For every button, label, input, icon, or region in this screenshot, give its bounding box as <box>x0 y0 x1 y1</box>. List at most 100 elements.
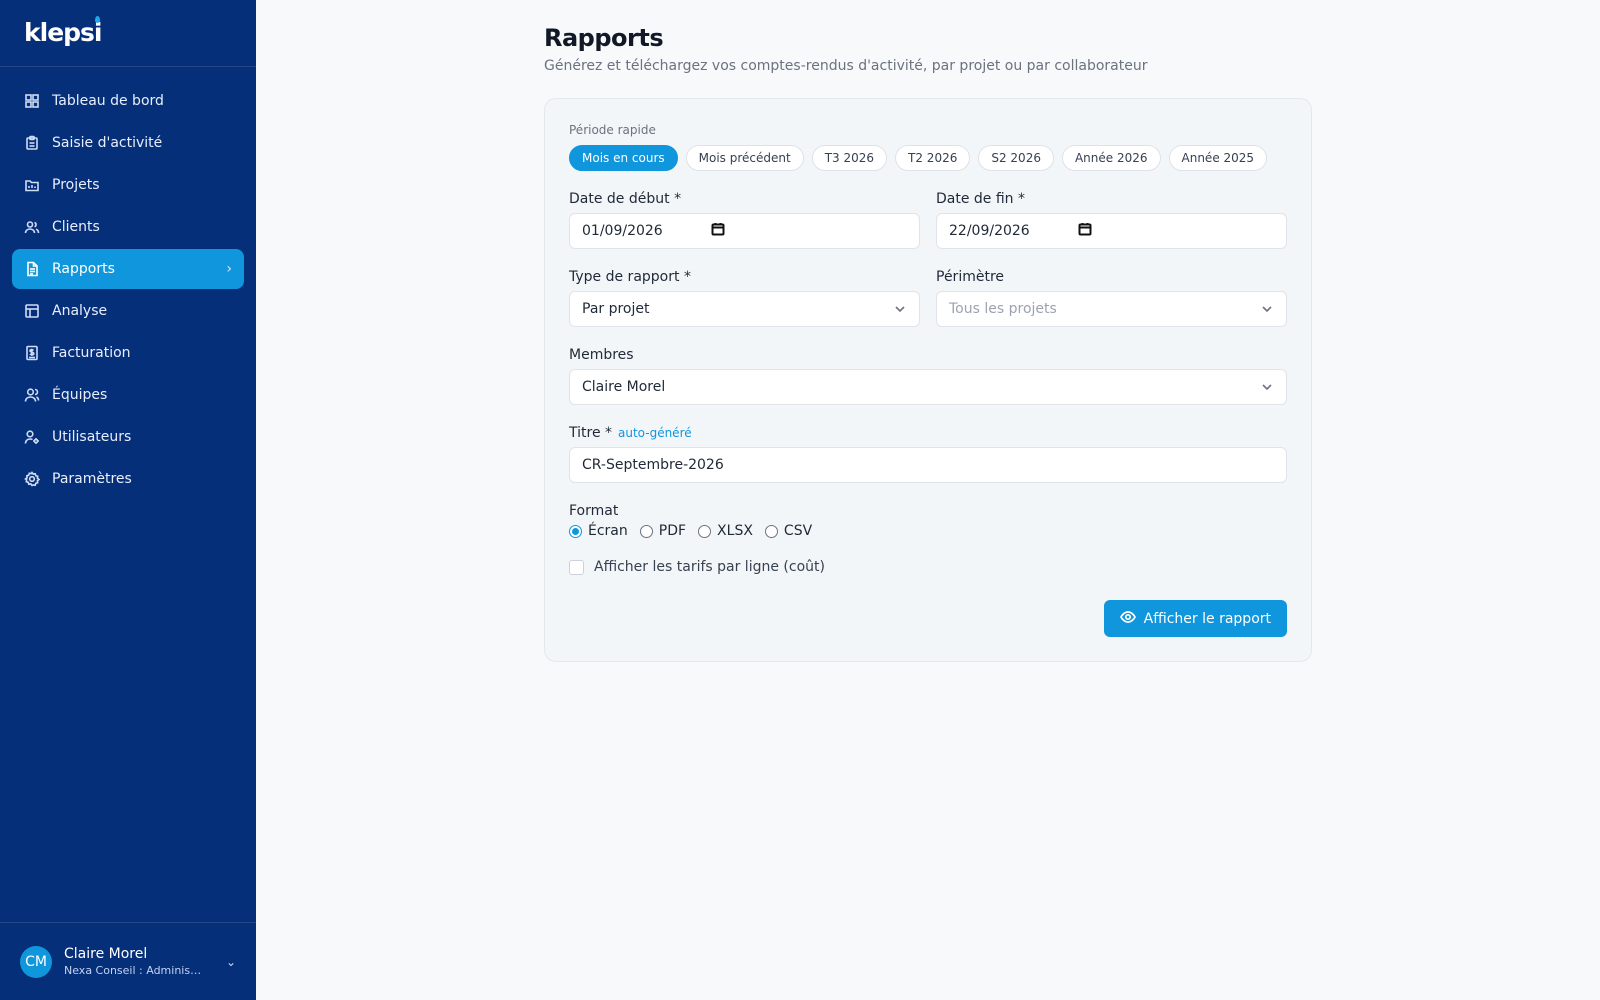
format-option-label: CSV <box>783 523 813 539</box>
auto-generated-tag: auto-généré <box>618 426 692 440</box>
team-icon <box>24 387 40 403</box>
show-report-button-label: Afficher le rapport <box>1143 610 1271 627</box>
invoice-icon <box>24 345 40 361</box>
scope-select[interactable]: Tous les projets <box>936 291 1287 327</box>
required-mark: * <box>605 425 613 441</box>
format-label: Format <box>569 503 619 519</box>
radio-dot <box>569 524 582 538</box>
scope-label: Périmètre <box>936 269 1005 285</box>
user-menu[interactable]: CM Claire Morel Nexa Conseil : Administr… <box>0 922 256 1000</box>
chip-t2-2026[interactable]: T2 2026 <box>895 145 971 171</box>
end-date-label-text: Date de fin <box>936 191 1014 207</box>
chevron-down-icon[interactable]: ⌄ <box>226 955 236 969</box>
title-value: CR-Septembre-2026 <box>582 457 724 473</box>
main-content: Rapports Générez et téléchargez vos comp… <box>256 0 1600 1000</box>
radio-dot <box>698 524 712 538</box>
sidebar-item-label: Projets <box>52 177 100 193</box>
title-row: Titre * auto-généré CR-Septembre-2026 <box>569 425 1287 483</box>
format-radio-pdf[interactable]: PDF <box>639 523 687 539</box>
sidebar-item-equipes[interactable]: Équipes <box>12 375 244 415</box>
sidebar-item-parametres[interactable]: Paramètres <box>12 459 244 499</box>
report-type-label-text: Type de rapport <box>569 269 680 285</box>
chip-annee-2025[interactable]: Année 2025 <box>1168 145 1268 171</box>
brand-logo-text: klepsi <box>24 18 102 47</box>
start-date-input[interactable]: 01/09/2026 <box>569 213 920 249</box>
calendar-icon[interactable] <box>711 222 725 240</box>
format-radio-xlsx[interactable]: XLSX <box>698 523 753 539</box>
end-date-input[interactable]: 22/09/2026 <box>936 213 1287 249</box>
sidebar-item-label: Analyse <box>52 303 108 319</box>
format-option-label: Écran <box>588 523 628 539</box>
title-label-text: Titre <box>569 425 601 441</box>
chip-mois-en-cours[interactable]: Mois en cours <box>569 145 678 171</box>
start-date-value: 01/09/2026 <box>582 223 663 239</box>
user-info: Claire Morel Nexa Conseil : Administr… <box>64 946 204 977</box>
sidebar-item-saisie-activite[interactable]: Saisie d'activité <box>12 123 244 163</box>
chip-annee-2026[interactable]: Année 2026 <box>1061 145 1161 171</box>
sidebar-item-label: Clients <box>52 219 100 235</box>
chevron-down-icon <box>1260 380 1274 394</box>
report-icon <box>24 261 40 277</box>
date-row: Date de début * 01/09/2026 Date de fin *… <box>569 191 1287 249</box>
logo-dot-icon <box>94 16 100 23</box>
show-report-button[interactable]: Afficher le rapport <box>1103 600 1287 637</box>
radio-dot <box>764 524 778 538</box>
format-option-label: PDF <box>658 523 687 539</box>
report-type-group: Type de rapport * Par projet <box>569 269 920 327</box>
clipboard-icon <box>24 135 40 151</box>
title-group: Titre * auto-généré CR-Septembre-2026 <box>569 425 1287 483</box>
sidebar-item-label: Saisie d'activité <box>52 135 163 151</box>
members-value: Claire Morel <box>582 379 666 395</box>
end-date-group: Date de fin * 22/09/2026 <box>936 191 1287 249</box>
sidebar-item-clients[interactable]: Clients <box>12 207 244 247</box>
show-rates-checkbox[interactable]: Afficher les tarifs par ligne (coût) <box>569 559 1287 575</box>
radio-dot <box>639 524 653 538</box>
report-type-value: Par projet <box>582 301 650 317</box>
title-label: Titre * auto-généré <box>569 425 1287 441</box>
members-row: Membres Claire Morel <box>569 347 1287 405</box>
format-radio-ecran[interactable]: Écran <box>569 523 628 539</box>
title-input[interactable]: CR-Septembre-2026 <box>569 447 1287 483</box>
eye-icon <box>1119 609 1136 629</box>
sidebar-item-utilisateurs[interactable]: Utilisateurs <box>12 417 244 457</box>
sidebar-item-facturation[interactable]: Facturation <box>12 333 244 373</box>
type-scope-row: Type de rapport * Par projet Périmètre T… <box>569 269 1287 327</box>
chevron-down-icon <box>893 302 907 316</box>
report-type-select[interactable]: Par projet <box>569 291 920 327</box>
required-mark: * <box>683 269 691 285</box>
format-radio-csv[interactable]: CSV <box>764 523 813 539</box>
chevron-down-icon <box>1260 302 1274 316</box>
show-rates-label: Afficher les tarifs par ligne (coût) <box>594 559 825 575</box>
sidebar-item-projets[interactable]: Projets <box>12 165 244 205</box>
end-date-value: 22/09/2026 <box>949 223 1030 239</box>
page-subtitle: Générez et téléchargez vos comptes-rendu… <box>544 58 1148 74</box>
required-mark: * <box>1018 191 1026 207</box>
chevron-right-icon: › <box>226 261 232 277</box>
logo-area: klepsi <box>0 0 256 67</box>
sidebar-item-label: Paramètres <box>52 471 132 487</box>
members-select[interactable]: Claire Morel <box>569 369 1287 405</box>
chip-mois-precedent[interactable]: Mois précédent <box>685 145 804 171</box>
sidebar: klepsi Tableau de bord Saisie d'activité… <box>0 0 256 1000</box>
report-form-card: Période rapide Mois en cours Mois précéd… <box>544 98 1312 662</box>
chip-s2-2026[interactable]: S2 2026 <box>978 145 1054 171</box>
chip-t3-2026[interactable]: T3 2026 <box>811 145 888 171</box>
format-options: Écran PDF XLSX CSV <box>569 523 1287 539</box>
calendar-icon[interactable] <box>1078 222 1092 240</box>
report-type-label: Type de rapport * <box>569 269 920 285</box>
members-group: Membres Claire Morel <box>569 347 1287 405</box>
sidebar-item-analyse[interactable]: Analyse <box>12 291 244 331</box>
page-title: Rapports <box>544 24 664 52</box>
sidebar-item-rapports[interactable]: Rapports › <box>12 249 244 289</box>
required-mark: * <box>674 191 682 207</box>
sidebar-item-tableau-de-bord[interactable]: Tableau de bord <box>12 81 244 121</box>
format-option-label: XLSX <box>717 523 753 539</box>
folder-icon <box>24 177 40 193</box>
scope-group: Périmètre Tous les projets <box>936 269 1287 327</box>
sidebar-nav: Tableau de bord Saisie d'activité Projet… <box>0 67 256 501</box>
checkbox-box[interactable] <box>569 559 584 575</box>
table-icon <box>24 303 40 319</box>
scope-placeholder: Tous les projets <box>949 301 1057 317</box>
end-date-label: Date de fin * <box>936 191 1287 207</box>
brand-logo[interactable]: klepsi <box>24 16 102 47</box>
